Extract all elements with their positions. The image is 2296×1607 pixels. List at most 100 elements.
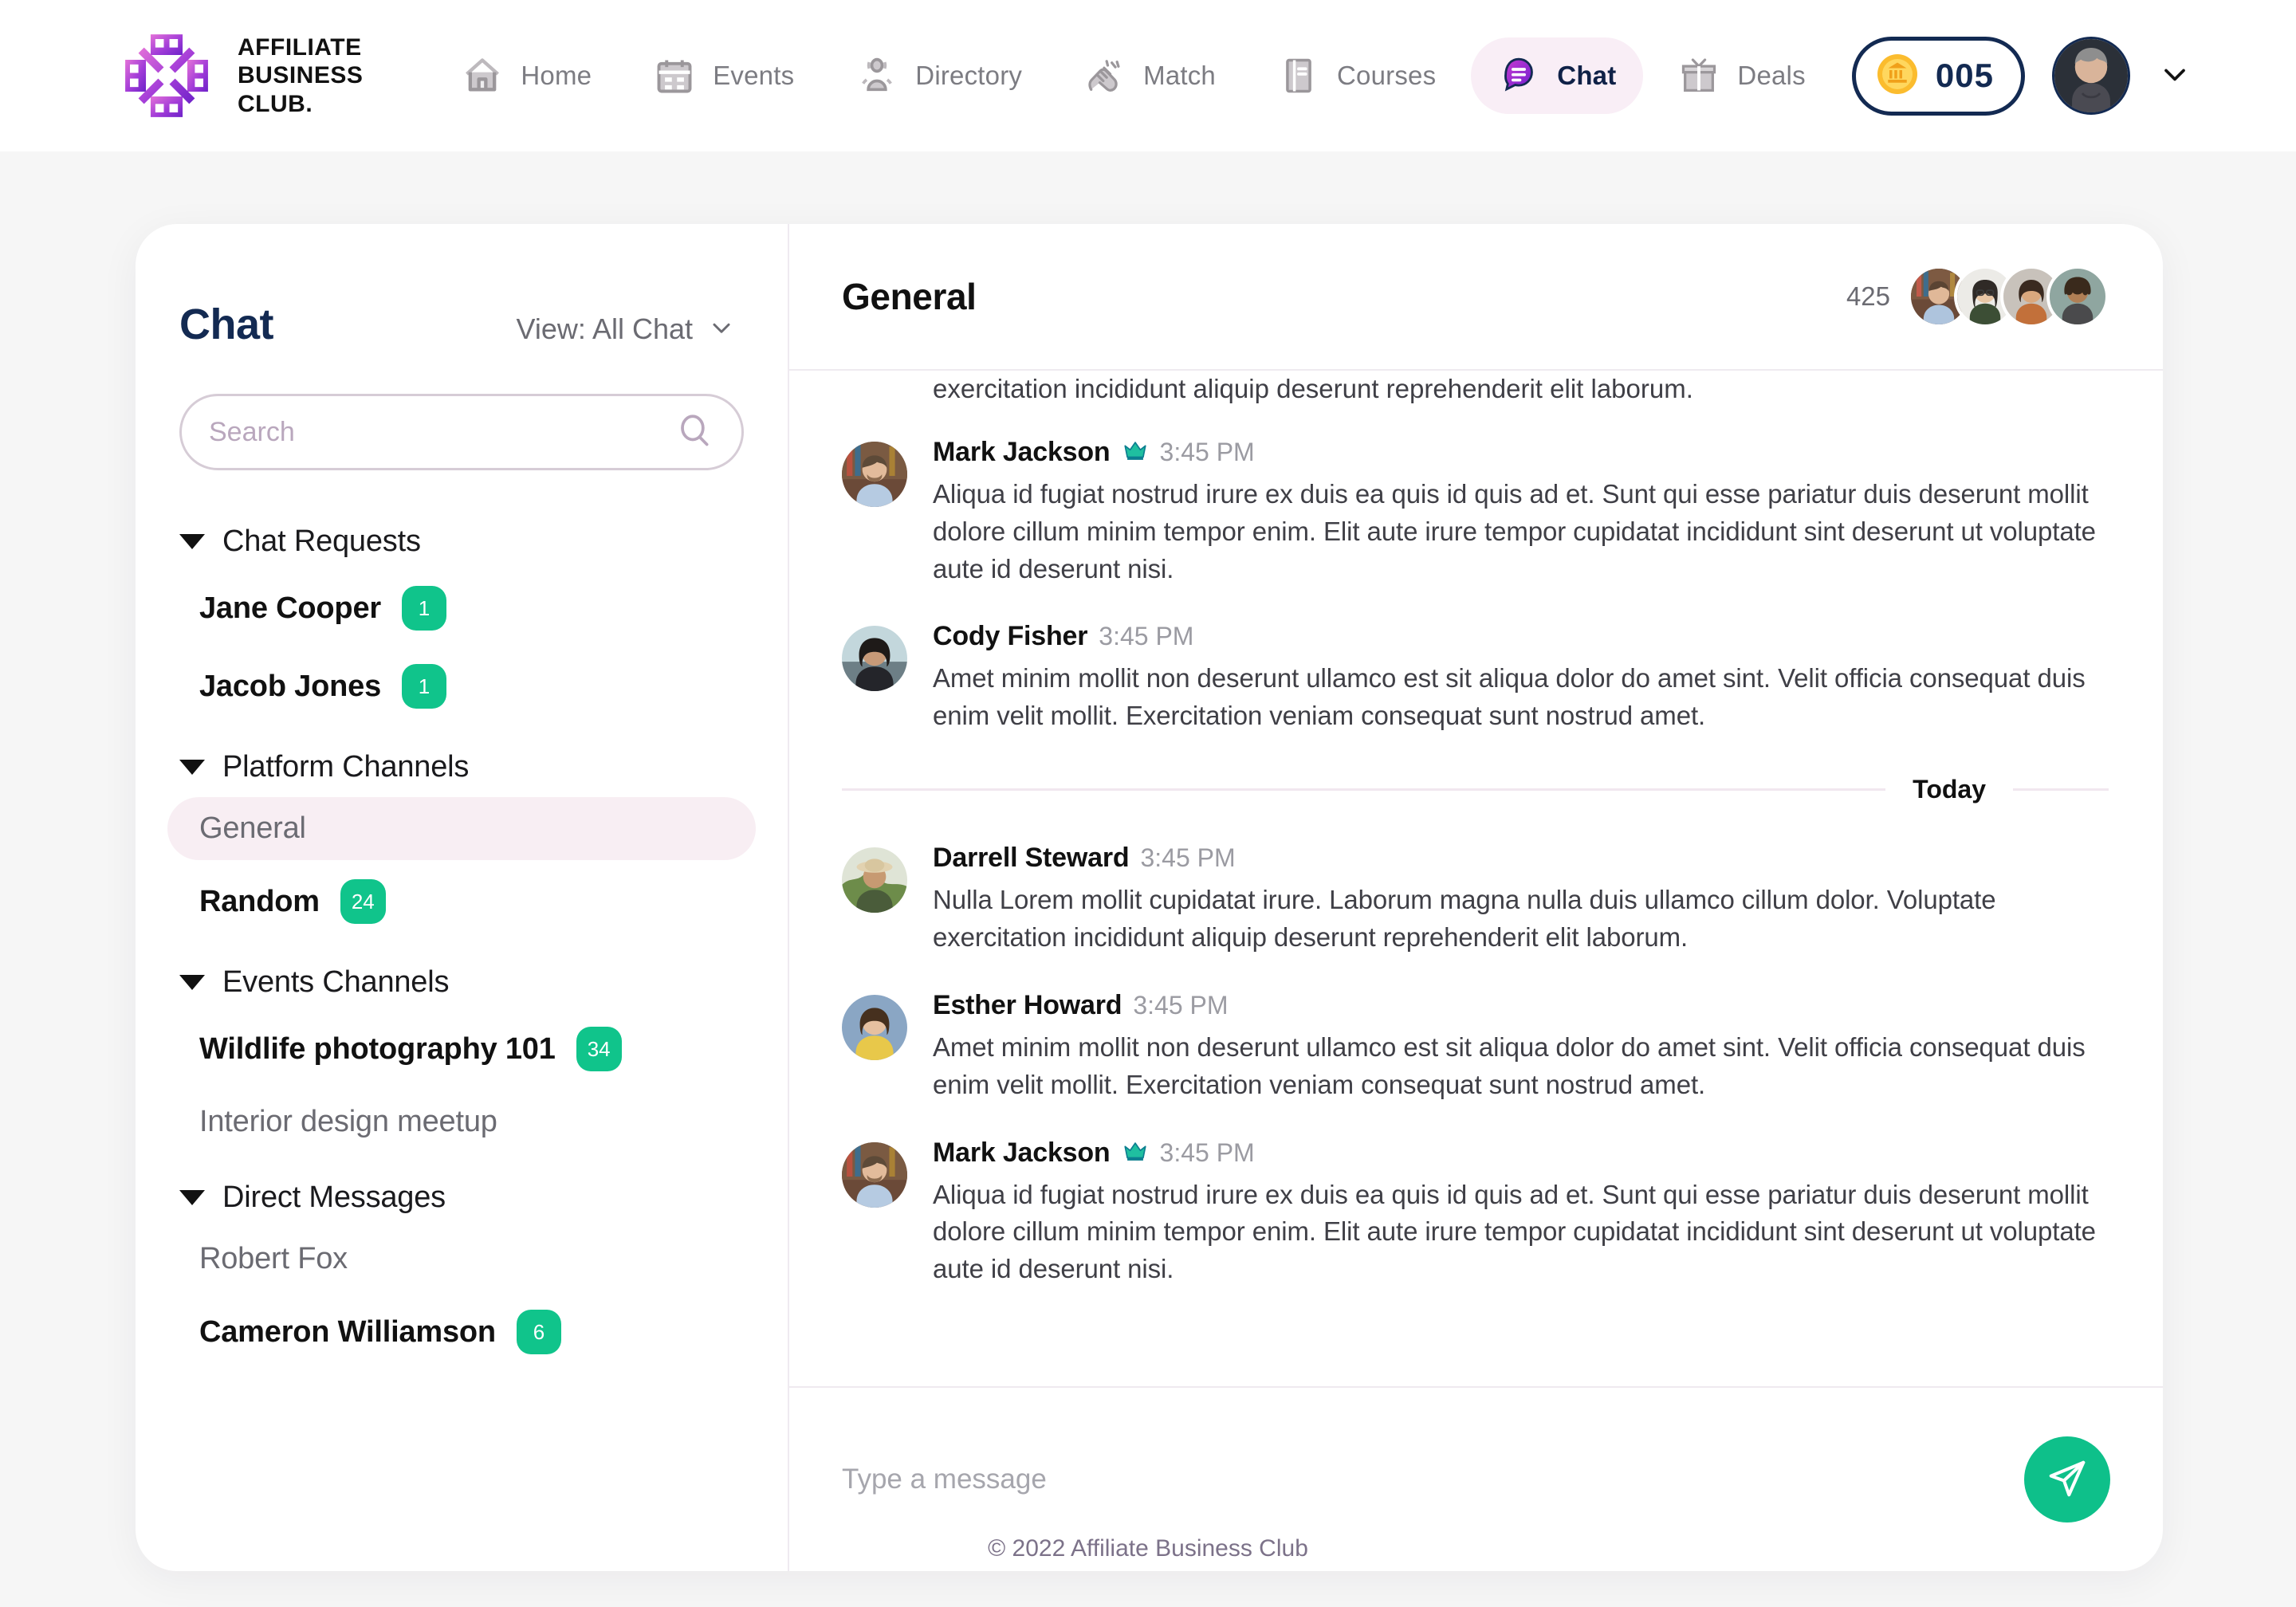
sidebar-group-chat-requests[interactable]: Chat Requests <box>136 502 788 567</box>
message-author: Cody Fisher <box>933 621 1088 652</box>
sidebar-item-jacob-jones[interactable]: Jacob Jones 1 <box>167 650 756 723</box>
mark-jackson-avatar <box>842 1141 907 1208</box>
message-body: Esther Howard 3:45 PM Amet minim mollit … <box>933 990 2109 1104</box>
sidebar-group-label: Direct Messages <box>222 1181 446 1214</box>
brand-logo[interactable]: AFFILIATE BUSINESS CLUB. <box>120 29 363 123</box>
chat-channel-title: General <box>842 276 977 317</box>
sidebar-item-interior-design-meetup[interactable]: Interior design meetup <box>167 1090 756 1153</box>
send-button[interactable] <box>2024 1436 2110 1523</box>
sidebar-group-events-channels[interactable]: Events Channels <box>136 943 788 1008</box>
triangle-down-icon <box>179 534 205 549</box>
chevron-down-icon <box>707 313 736 346</box>
search-box[interactable] <box>179 394 744 470</box>
speech-bubble-icon <box>1498 55 1539 96</box>
sidebar-item-cameron-williamson[interactable]: Cameron Williamson 6 <box>167 1295 756 1369</box>
nav-item-chat[interactable]: Chat <box>1471 37 1644 114</box>
coin-balance-button[interactable]: 005 <box>1851 36 2025 116</box>
page-body: Chat View: All Chat Search Chat Requests… <box>0 151 2296 1607</box>
message-row: Mark Jackson 3:45 PM Aliqua id fugiat no… <box>842 1117 2109 1302</box>
message-row: Darrell Steward 3:45 PM Nulla Lorem moll… <box>842 822 2109 969</box>
sidebar-item-random[interactable]: Random 24 <box>167 865 756 938</box>
message-text: Amet minim mollit non deserunt ullamco e… <box>933 1031 2086 1099</box>
chat-card: Chat View: All Chat Search Chat Requests… <box>136 224 2163 1571</box>
triangle-down-icon <box>179 1190 205 1205</box>
message-author: Mark Jackson <box>933 436 1111 467</box>
sidebar-item-robert-fox[interactable]: Robert Fox <box>167 1228 756 1291</box>
message-row: Esther Howard 3:45 PM Amet minim mollit … <box>842 969 2109 1117</box>
chat-members[interactable]: 425 <box>1846 265 2109 328</box>
message-body: Mark Jackson 3:45 PM Aliqua id fugiat no… <box>933 437 2109 588</box>
message-author: Esther Howard <box>933 989 1122 1020</box>
sidebar-group-label: Events Channels <box>222 965 450 999</box>
message-input[interactable] <box>842 1464 2024 1495</box>
sidebar-header: Chat View: All Chat <box>136 224 788 349</box>
message-body: Cody Fisher 3:45 PM Amet minim mollit no… <box>933 621 2109 735</box>
knot-logo-icon <box>120 29 214 123</box>
nav-label-directory: Directory <box>915 61 1023 90</box>
messages-list[interactable]: exercitation incididunt aliquip deserunt… <box>789 371 2163 1386</box>
view-filter-label: View: All Chat <box>516 312 693 345</box>
nav-item-home[interactable]: Home <box>434 37 619 114</box>
chevron-down-icon[interactable] <box>2157 57 2192 96</box>
divider-line-left <box>842 788 1886 792</box>
message-meta: Mark Jackson 3:45 PM <box>933 437 2109 468</box>
view-filter-dropdown[interactable]: View: All Chat <box>517 312 736 346</box>
topbar-right-cluster: 005 <box>1851 36 2192 116</box>
brand-line-3: CLUB. <box>238 90 313 117</box>
sidebar-group-direct-messages[interactable]: Direct Messages <box>136 1158 788 1223</box>
calendar-icon <box>654 55 695 96</box>
chat-panel-header: General 425 <box>789 224 2163 371</box>
send-plane-icon <box>2046 1457 2089 1503</box>
sidebar-item-label: Robert Fox <box>199 1242 348 1275</box>
cody-fisher-avatar <box>842 626 907 692</box>
handshake-icon <box>1084 55 1126 96</box>
member-avatar-stack[interactable] <box>1908 265 2109 328</box>
sidebar-channel-list: Chat Requests Jane Cooper 1 Jacob Jones … <box>136 470 788 1369</box>
mark-jackson-avatar <box>842 441 907 507</box>
sidebar-item-jane-cooper[interactable]: Jane Cooper 1 <box>167 572 756 645</box>
triangle-down-icon <box>179 760 205 775</box>
divider-line-right <box>2013 788 2109 792</box>
sidebar-item-label: Wildlife photography 101 <box>199 1031 556 1066</box>
triangle-down-icon <box>179 975 205 990</box>
sidebar-group-label: Chat Requests <box>222 525 421 558</box>
nav-item-deals[interactable]: Deals <box>1651 37 1832 114</box>
message-time: 3:45 PM <box>1140 843 1236 873</box>
chat-sidebar: Chat View: All Chat Search Chat Requests… <box>136 224 789 1571</box>
nav-item-events[interactable]: Events <box>627 37 821 114</box>
message-partial-text: exercitation incididunt aliquip deserunt… <box>933 374 1693 403</box>
search-input[interactable] <box>209 416 674 448</box>
nav-item-match[interactable]: Match <box>1057 37 1243 114</box>
sidebar-item-label: Cameron Williamson <box>199 1314 496 1349</box>
gift-icon <box>1678 55 1720 96</box>
main-nav: Home Events Directory Match Courses Chat… <box>434 37 1832 114</box>
members-count: 425 <box>1846 281 1890 311</box>
darrell-steward-avatar <box>842 847 907 914</box>
sidebar-group-platform-channels[interactable]: Platform Channels <box>136 728 788 792</box>
sidebar-item-wildlife-photography-101[interactable]: Wildlife photography 101 34 <box>167 1012 756 1086</box>
message-text: Amet minim mollit non deserunt ullamco e… <box>933 663 2086 731</box>
day-divider-label: Today <box>1913 775 1986 804</box>
esther-howard-avatar <box>842 994 907 1060</box>
coin-icon <box>1873 50 1921 102</box>
footer-copyright: © 2022 Affiliate Business Club <box>988 1535 1308 1562</box>
brand-line-2: BUSINESS <box>238 62 364 89</box>
sidebar-item-label: Jacob Jones <box>199 669 382 703</box>
search-icon[interactable] <box>674 411 714 454</box>
nav-item-courses[interactable]: Courses <box>1251 37 1463 114</box>
message-time: 3:45 PM <box>1133 990 1229 1020</box>
unread-badge: 6 <box>516 1310 561 1354</box>
coin-amount: 005 <box>1935 57 1994 94</box>
nav-item-directory[interactable]: Directory <box>829 37 1049 114</box>
people-icon <box>856 55 898 96</box>
sidebar-item-label: Random <box>199 884 320 918</box>
avatar[interactable] <box>2052 37 2130 115</box>
unread-badge: 34 <box>576 1027 622 1071</box>
message-author: Darrell Steward <box>933 843 1130 874</box>
nav-label-home: Home <box>521 61 592 90</box>
message-body: Darrell Steward 3:45 PM Nulla Lorem moll… <box>933 843 2109 957</box>
member-avatar-4 <box>2046 265 2109 328</box>
unread-badge: 1 <box>401 586 446 631</box>
sidebar-item-general[interactable]: General <box>167 797 756 860</box>
day-divider: Today <box>842 775 2109 804</box>
